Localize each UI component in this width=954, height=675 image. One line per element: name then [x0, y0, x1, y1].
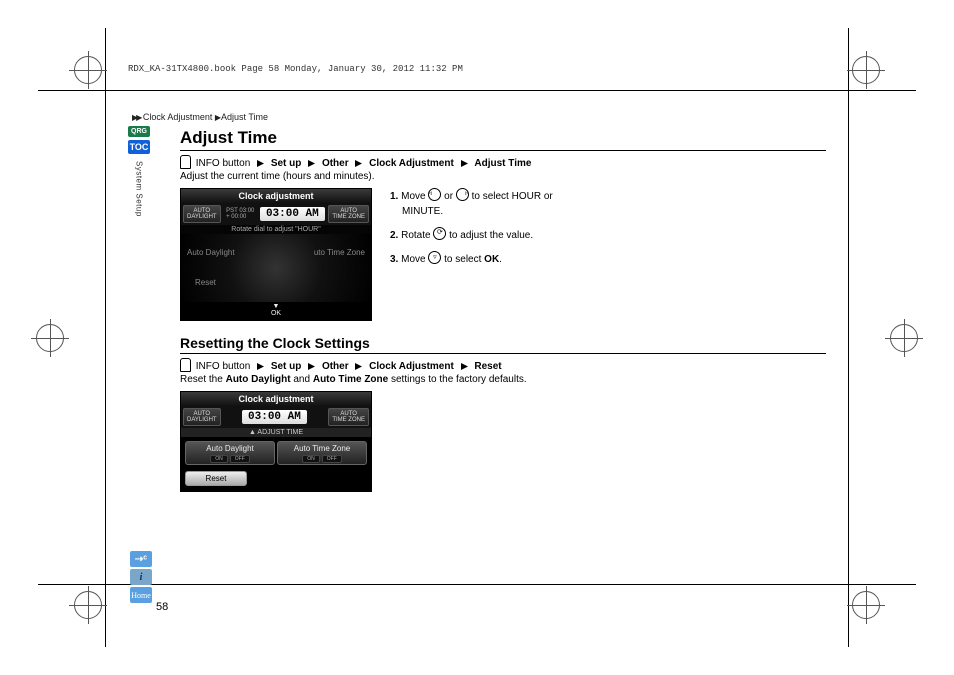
play-icon — [307, 361, 316, 372]
breadcrumb-part2: Adjust Time — [221, 112, 268, 122]
toc-tab[interactable]: TOC — [128, 140, 150, 154]
play-icon — [256, 158, 265, 169]
nav-path-reset: INFO button Set up Other Clock Adjustmen… — [180, 358, 826, 372]
heading-adjust-time: Adjust Time — [180, 128, 826, 151]
breadcrumb-arrow-icon: ▶▶ — [132, 113, 140, 122]
screenshot-clock-reset: Clock adjustment AUTO DAYLIGHT 03:00 AM … — [180, 391, 372, 492]
play-icon — [307, 158, 316, 169]
breadcrumb: ▶▶ Clock Adjustment ▶ Adjust Time — [128, 82, 826, 124]
dial-down-icon — [428, 251, 441, 264]
play-icon — [460, 158, 469, 169]
home-tab[interactable]: Home — [130, 587, 152, 603]
play-icon — [256, 361, 265, 372]
info-button-icon — [180, 358, 191, 372]
dial-left-icon — [428, 188, 441, 201]
voice-tab[interactable]: ⇢ᶜ — [130, 551, 152, 567]
play-icon — [460, 361, 469, 372]
heading-resetting-clock: Resetting the Clock Settings — [180, 335, 826, 354]
info-button-icon — [180, 155, 191, 169]
info-tab[interactable]: i — [130, 569, 152, 585]
nav-path-adjust-time: INFO button Set up Other Clock Adjustmen… — [180, 155, 826, 169]
page-number: 58 — [156, 601, 168, 613]
print-header: RDX_KA-31TX4800.book Page 58 Monday, Jan… — [128, 58, 826, 82]
section-label: System Setup — [135, 161, 144, 217]
play-icon — [354, 158, 363, 169]
lead-text-1: Adjust the current time (hours and minut… — [180, 171, 826, 182]
lead-text-2: Reset the Auto Daylight and Auto Time Zo… — [180, 374, 826, 385]
instruction-steps: 1. Move or to select HOUR or MINUTE. 2. … — [390, 188, 553, 275]
qrg-tab[interactable]: QRG — [128, 126, 150, 137]
play-icon — [354, 361, 363, 372]
dial-rotate-icon — [433, 227, 446, 240]
breadcrumb-part1: Clock Adjustment — [143, 112, 213, 122]
breadcrumb-arrow-icon: ▶ — [215, 113, 219, 122]
dial-right-icon — [456, 188, 469, 201]
screenshot-clock-adjust-dial: Clock adjustment AUTO DAYLIGHT PST 03:00… — [180, 188, 372, 321]
